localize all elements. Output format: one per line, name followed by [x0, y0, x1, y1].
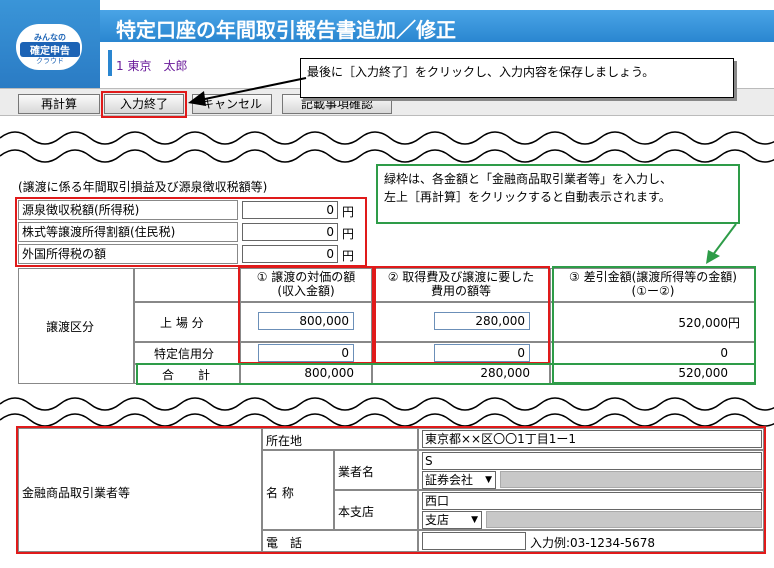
total-row-highlight [136, 363, 756, 385]
tax-rows-highlight [15, 197, 367, 267]
transfer-category-label: 譲渡区分 [46, 320, 95, 334]
broker-highlight [16, 426, 766, 554]
green-arrow-icon [706, 223, 737, 264]
callout-auto-calc: 緑枠は、各金額と「金融商品取引業者等」を入力し、 左上［再計算］をクリックすると… [376, 164, 740, 224]
logo-line3: クラウド [36, 57, 64, 65]
col2-highlight [374, 266, 550, 364]
callout-auto-line2: 左上［再計算］をクリックすると自動表示されます。 [384, 190, 671, 204]
callout-finish-text: 最後に［入力終了］をクリックし、入力内容を保存しましょう。 [307, 65, 655, 79]
section-title: (譲渡に係る年間取引損益及び源泉徴収税額等) [18, 180, 268, 194]
callout-arrow-icon [188, 77, 307, 106]
callout-finish-tip: 最後に［入力終了］をクリックし、入力内容を保存しましょう。 [300, 58, 734, 98]
callout-auto-line1: 緑枠は、各金額と「金融商品取引業者等」を入力し、 [384, 172, 673, 186]
margin-label: 特定信用分 [154, 347, 215, 361]
logo-line2: 確定申告 [20, 42, 80, 57]
page-title: 特定口座の年間取引報告書追加／修正 [116, 18, 456, 42]
header-blank-cell [134, 268, 240, 302]
col1-highlight [238, 266, 374, 364]
listed-label: 上 場 分 [160, 316, 204, 330]
user-name: 1 東京 太郎 [116, 59, 188, 73]
finish-highlight [101, 91, 187, 118]
recalc-button[interactable]: 再計算 [18, 94, 100, 114]
